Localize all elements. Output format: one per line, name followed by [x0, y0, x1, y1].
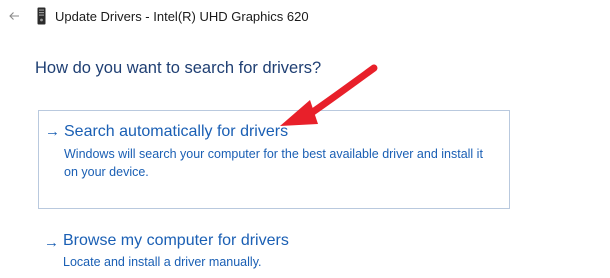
option-description: Locate and install a driver manually. [63, 255, 262, 269]
right-arrow-icon: → [44, 234, 59, 251]
title-bar: Update Drivers - Intel(R) UHD Graphics 6… [0, 0, 610, 34]
option-title: Search automatically for drivers [64, 123, 289, 140]
browse-computer-option[interactable]: → Browse my computer for drivers Locate … [38, 226, 510, 274]
right-arrow-icon: → [45, 123, 60, 140]
option-title: Browse my computer for drivers [63, 232, 289, 249]
window-title: Update Drivers - Intel(R) UHD Graphics 6… [55, 9, 309, 24]
back-arrow-icon[interactable] [6, 8, 22, 24]
red-annotation-arrow-icon [280, 64, 378, 126]
option-description: Windows will search your computer for th… [64, 147, 483, 179]
update-drivers-dialog: Update Drivers - Intel(R) UHD Graphics 6… [0, 0, 610, 278]
device-manager-icon [37, 7, 46, 25]
